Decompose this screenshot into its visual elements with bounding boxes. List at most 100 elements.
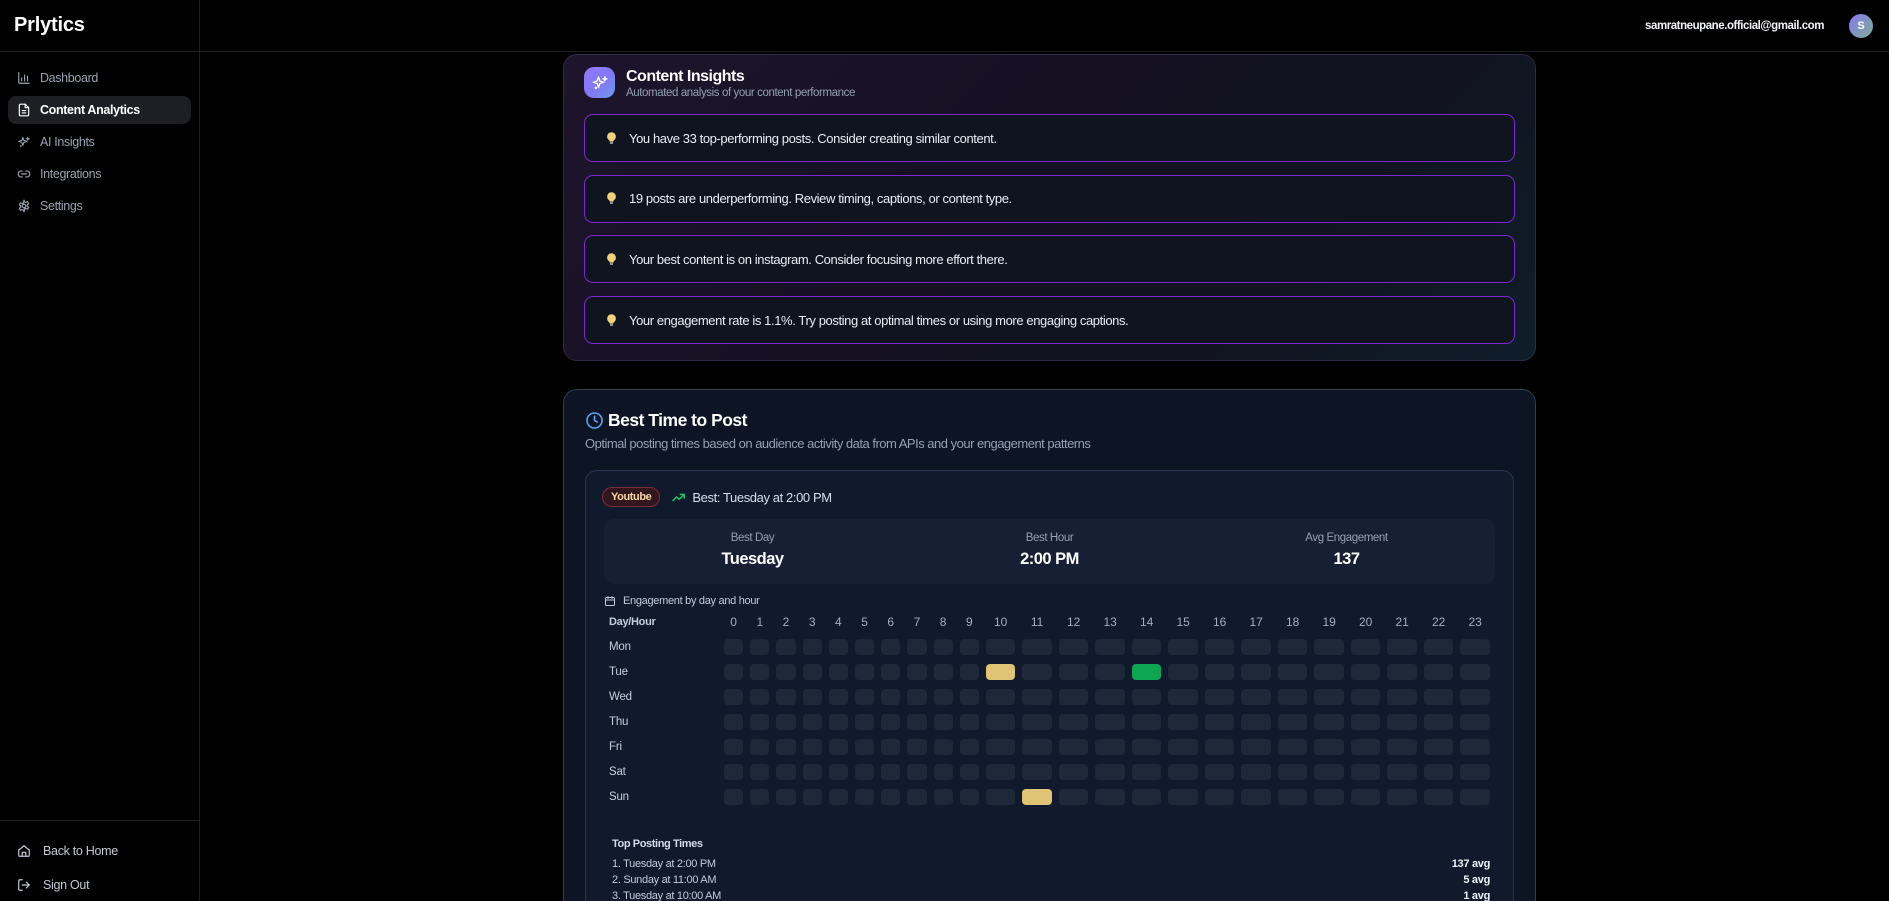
- heatmap-cell-sat-9[interactable]: [960, 764, 979, 780]
- heatmap-cell-mon-11[interactable]: [1022, 639, 1052, 655]
- heatmap-cell-tue-5[interactable]: [855, 664, 874, 680]
- heatmap-cell-sat-7[interactable]: [907, 764, 926, 780]
- heatmap-cell-mon-0[interactable]: [724, 639, 743, 655]
- heatmap-cell-mon-18[interactable]: [1278, 639, 1308, 655]
- heatmap-cell-thu-14[interactable]: [1132, 714, 1162, 730]
- heatmap-cell-thu-13[interactable]: [1095, 714, 1125, 730]
- heatmap-cell-thu-20[interactable]: [1351, 714, 1381, 730]
- heatmap-cell-mon-12[interactable]: [1059, 639, 1089, 655]
- heatmap-cell-wed-7[interactable]: [907, 689, 926, 705]
- heatmap-cell-fri-22[interactable]: [1424, 739, 1454, 755]
- heatmap-cell-sat-10[interactable]: [986, 764, 1016, 780]
- heatmap-cell-sun-1[interactable]: [750, 789, 769, 805]
- sidebar-item-ai-insights[interactable]: AI Insights: [8, 128, 191, 156]
- heatmap-cell-mon-10[interactable]: [986, 639, 1016, 655]
- heatmap-cell-sun-21[interactable]: [1387, 789, 1417, 805]
- heatmap-cell-mon-13[interactable]: [1095, 639, 1125, 655]
- heatmap-cell-wed-0[interactable]: [724, 689, 743, 705]
- heatmap-cell-tue-21[interactable]: [1387, 664, 1417, 680]
- heatmap-cell-wed-1[interactable]: [750, 689, 769, 705]
- heatmap-cell-thu-11[interactable]: [1022, 714, 1052, 730]
- heatmap-cell-fri-5[interactable]: [855, 739, 874, 755]
- heatmap-cell-sun-13[interactable]: [1095, 789, 1125, 805]
- heatmap-cell-wed-22[interactable]: [1424, 689, 1454, 705]
- heatmap-cell-sun-19[interactable]: [1314, 789, 1344, 805]
- heatmap-cell-wed-16[interactable]: [1205, 689, 1235, 705]
- heatmap-cell-fri-23[interactable]: [1460, 739, 1490, 755]
- heatmap-cell-wed-11[interactable]: [1022, 689, 1052, 705]
- heatmap-cell-mon-20[interactable]: [1351, 639, 1381, 655]
- heatmap-cell-thu-7[interactable]: [907, 714, 926, 730]
- heatmap-cell-thu-15[interactable]: [1168, 714, 1198, 730]
- heatmap-cell-sun-5[interactable]: [855, 789, 874, 805]
- heatmap-cell-tue-12[interactable]: [1059, 664, 1089, 680]
- heatmap-cell-tue-20[interactable]: [1351, 664, 1381, 680]
- heatmap-cell-mon-5[interactable]: [855, 639, 874, 655]
- heatmap-cell-tue-17[interactable]: [1241, 664, 1271, 680]
- heatmap-cell-tue-7[interactable]: [907, 664, 926, 680]
- heatmap-cell-wed-20[interactable]: [1351, 689, 1381, 705]
- heatmap-cell-sun-11[interactable]: [1022, 789, 1052, 805]
- heatmap-cell-fri-0[interactable]: [724, 739, 743, 755]
- heatmap-cell-mon-1[interactable]: [750, 639, 769, 655]
- heatmap-cell-sat-17[interactable]: [1241, 764, 1271, 780]
- heatmap-cell-sat-0[interactable]: [724, 764, 743, 780]
- heatmap-cell-wed-2[interactable]: [776, 689, 795, 705]
- heatmap-cell-thu-23[interactable]: [1460, 714, 1490, 730]
- heatmap-cell-tue-19[interactable]: [1314, 664, 1344, 680]
- heatmap-cell-sun-0[interactable]: [724, 789, 743, 805]
- heatmap-cell-wed-13[interactable]: [1095, 689, 1125, 705]
- heatmap-cell-thu-17[interactable]: [1241, 714, 1271, 730]
- heatmap-cell-fri-18[interactable]: [1278, 739, 1308, 755]
- heatmap-cell-thu-21[interactable]: [1387, 714, 1417, 730]
- heatmap-cell-wed-23[interactable]: [1460, 689, 1490, 705]
- heatmap-cell-sun-20[interactable]: [1351, 789, 1381, 805]
- heatmap-cell-fri-6[interactable]: [881, 739, 900, 755]
- sidebar-footer-item-back-to-home[interactable]: Back to Home: [8, 837, 191, 865]
- sidebar-item-integrations[interactable]: Integrations: [8, 160, 191, 188]
- heatmap-cell-tue-0[interactable]: [724, 664, 743, 680]
- heatmap-cell-tue-13[interactable]: [1095, 664, 1125, 680]
- heatmap-cell-wed-5[interactable]: [855, 689, 874, 705]
- heatmap-cell-sun-3[interactable]: [803, 789, 822, 805]
- heatmap-cell-wed-4[interactable]: [829, 689, 848, 705]
- heatmap-cell-mon-22[interactable]: [1424, 639, 1454, 655]
- heatmap-cell-thu-4[interactable]: [829, 714, 848, 730]
- heatmap-cell-mon-21[interactable]: [1387, 639, 1417, 655]
- heatmap-cell-sun-12[interactable]: [1059, 789, 1089, 805]
- heatmap-cell-sun-7[interactable]: [907, 789, 926, 805]
- heatmap-cell-sun-22[interactable]: [1424, 789, 1454, 805]
- avatar[interactable]: S: [1849, 14, 1873, 38]
- heatmap-cell-sat-5[interactable]: [855, 764, 874, 780]
- heatmap-cell-sun-18[interactable]: [1278, 789, 1308, 805]
- heatmap-cell-sat-19[interactable]: [1314, 764, 1344, 780]
- heatmap-cell-mon-4[interactable]: [829, 639, 848, 655]
- heatmap-cell-thu-6[interactable]: [881, 714, 900, 730]
- heatmap-cell-sat-12[interactable]: [1059, 764, 1089, 780]
- heatmap-cell-sat-20[interactable]: [1351, 764, 1381, 780]
- heatmap-cell-sat-22[interactable]: [1424, 764, 1454, 780]
- heatmap-cell-fri-15[interactable]: [1168, 739, 1198, 755]
- sidebar-item-settings[interactable]: Settings: [8, 192, 191, 220]
- heatmap-cell-sat-18[interactable]: [1278, 764, 1308, 780]
- heatmap-cell-wed-3[interactable]: [803, 689, 822, 705]
- heatmap-cell-mon-16[interactable]: [1205, 639, 1235, 655]
- heatmap-cell-sat-3[interactable]: [803, 764, 822, 780]
- heatmap-cell-fri-4[interactable]: [829, 739, 848, 755]
- heatmap-cell-tue-1[interactable]: [750, 664, 769, 680]
- heatmap-cell-fri-7[interactable]: [907, 739, 926, 755]
- heatmap-cell-fri-13[interactable]: [1095, 739, 1125, 755]
- heatmap-cell-wed-15[interactable]: [1168, 689, 1198, 705]
- heatmap-cell-thu-10[interactable]: [986, 714, 1016, 730]
- heatmap-cell-wed-8[interactable]: [934, 689, 953, 705]
- heatmap-cell-sat-15[interactable]: [1168, 764, 1198, 780]
- heatmap-cell-wed-9[interactable]: [960, 689, 979, 705]
- heatmap-cell-wed-17[interactable]: [1241, 689, 1271, 705]
- heatmap-cell-wed-10[interactable]: [986, 689, 1016, 705]
- heatmap-cell-sun-23[interactable]: [1460, 789, 1490, 805]
- heatmap-cell-fri-19[interactable]: [1314, 739, 1344, 755]
- heatmap-cell-fri-2[interactable]: [776, 739, 795, 755]
- heatmap-cell-sun-14[interactable]: [1132, 789, 1162, 805]
- heatmap-cell-mon-17[interactable]: [1241, 639, 1271, 655]
- heatmap-cell-thu-19[interactable]: [1314, 714, 1344, 730]
